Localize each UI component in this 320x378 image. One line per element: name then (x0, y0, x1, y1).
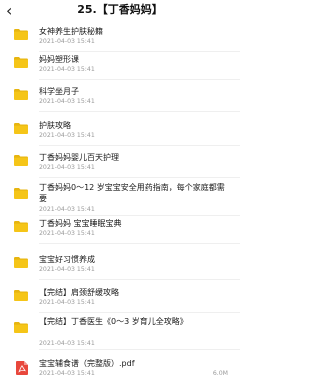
row-divider (39, 215, 240, 216)
item-date: 2021-04-03 15:41 (39, 230, 95, 237)
folder-icon (14, 257, 28, 268)
folder-row[interactable]: 【完结】丁香医生《0～3 岁育儿全攻略》 2021-04-03 15:41 (0, 316, 240, 350)
item-name: 科学坐月子 (39, 87, 79, 96)
item-date: 2021-04-03 15:41 (39, 66, 95, 73)
folder-row[interactable]: 护肤攻略 2021-04-03 15:41 (0, 120, 240, 146)
folder-icon (14, 155, 28, 166)
folder-icon (14, 290, 28, 301)
folder-row[interactable]: 女神养生护肤秘籍 2021-04-03 15:41 (0, 26, 240, 52)
row-divider (39, 111, 240, 112)
row-divider (39, 349, 240, 350)
item-date: 2021-04-03 15:41 (39, 370, 95, 377)
pdf-file-icon (16, 361, 28, 375)
folder-row[interactable]: 科学坐月子 2021-04-03 15:41 (0, 86, 240, 112)
row-divider (39, 312, 240, 313)
row-divider (39, 243, 240, 244)
item-name: 【完结】肩颈舒缓攻略 (39, 288, 119, 297)
item-date: 2021-04-03 15:41 (39, 38, 95, 45)
folder-row[interactable]: 宝宝好习惯养成 2021-04-03 15:41 (0, 254, 240, 280)
item-date: 2021-04-03 15:41 (39, 340, 95, 347)
row-divider (39, 177, 240, 178)
folder-row[interactable]: 【完结】肩颈舒缓攻略 2021-04-03 15:41 (0, 287, 240, 313)
item-date: 2021-04-03 15:41 (39, 266, 95, 273)
folder-icon (14, 29, 28, 40)
item-date: 2021-04-03 15:41 (39, 164, 95, 171)
folder-icon (14, 89, 28, 100)
file-row[interactable]: 宝宝辅食谱（完整版）.pdf 2021-04-03 15:41 6.0M (0, 358, 240, 378)
folder-icon (14, 188, 28, 199)
item-name: 【完结】丁香医生《0～3 岁育儿全攻略》 (39, 317, 188, 326)
row-divider (39, 51, 240, 52)
row-divider (39, 79, 240, 80)
file-size: 6.0M (212, 370, 228, 377)
folder-row[interactable]: 妈妈塑形课 2021-04-03 15:41 (0, 54, 240, 80)
item-name: 妈妈塑形课 (39, 55, 79, 64)
item-date: 2021-04-03 15:41 (39, 206, 95, 213)
folder-icon (14, 57, 28, 68)
nav-bar: ‹ 25.【丁香妈妈】 (0, 0, 240, 24)
page-title: 25.【丁香妈妈】 (77, 3, 163, 16)
row-divider (39, 279, 240, 280)
folder-row[interactable]: 丁香妈妈0～12 岁宝宝安全用药指南，每个家庭都需要 2021-04-03 15:… (0, 182, 240, 216)
folder-row[interactable]: 丁香妈妈婴儿百天护理 2021-04-03 15:41 (0, 152, 240, 178)
file-browser: ‹ 25.【丁香妈妈】 女神养生护肤秘籍 2021-04-03 15:41 妈妈塑形… (0, 0, 240, 378)
item-name: 宝宝辅食谱（完整版）.pdf (39, 359, 135, 368)
folder-icon (14, 123, 28, 134)
folder-icon (14, 221, 28, 232)
item-name: 丁香妈妈0～12 岁宝宝安全用药指南，每个家庭都需要 (39, 183, 225, 203)
row-divider (39, 145, 240, 146)
item-date: 2021-04-03 15:41 (39, 132, 95, 139)
folder-row[interactable]: 丁香妈妈 宝宝睡眠宝典 2021-04-03 15:41 (0, 218, 240, 244)
folder-icon (14, 322, 28, 333)
item-date: 2021-04-03 15:41 (39, 98, 95, 105)
item-name: 女神养生护肤秘籍 (39, 27, 103, 36)
item-name: 宝宝好习惯养成 (39, 255, 95, 264)
item-name: 护肤攻略 (39, 121, 71, 130)
item-name: 丁香妈妈 宝宝睡眠宝典 (39, 219, 122, 228)
item-name: 丁香妈妈婴儿百天护理 (39, 153, 119, 162)
item-date: 2021-04-03 15:41 (39, 299, 95, 306)
